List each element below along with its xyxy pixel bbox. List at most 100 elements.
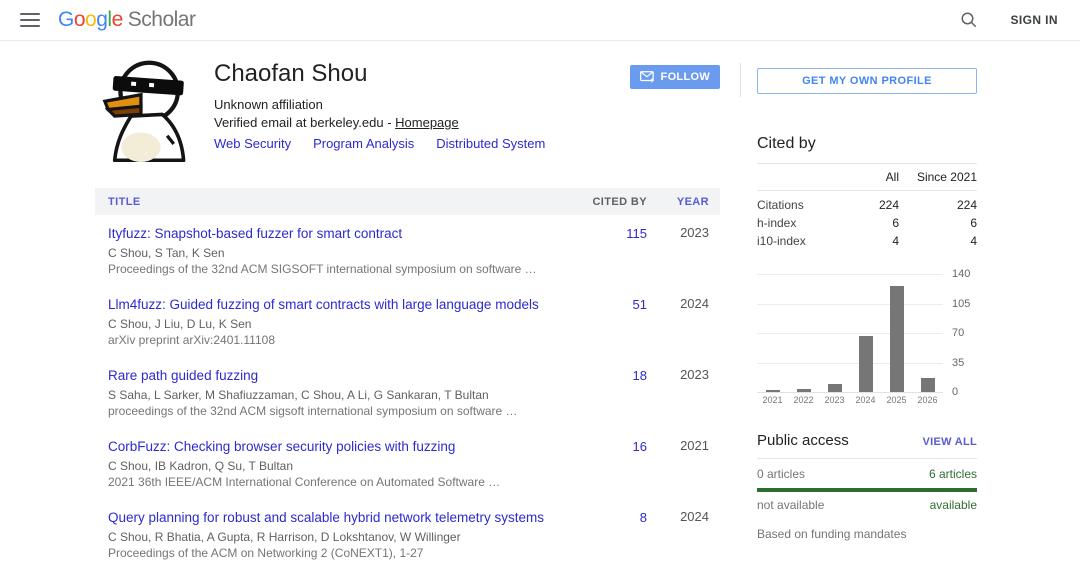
- follow-button[interactable]: FOLLOW: [630, 65, 720, 89]
- public-access-section: Public access VIEW ALL 0 articles 6 arti…: [757, 432, 977, 541]
- publication-venue: proceedings of the 32nd ACM sigsoft inte…: [108, 403, 561, 419]
- chart-bar[interactable]: [828, 384, 842, 392]
- metric-label[interactable]: Citations: [757, 198, 839, 212]
- chart-gridline: [757, 333, 943, 334]
- get-my-own-profile-button[interactable]: GET MY OWN PROFILE: [757, 68, 977, 94]
- cited-by-columns: All Since 2021: [757, 163, 977, 191]
- publication-main: Rare path guided fuzzingS Saha, L Sarker…: [108, 367, 577, 419]
- citations-chart-yaxis: 03570105140: [943, 274, 977, 392]
- chart-xtick-label: 2021: [757, 395, 788, 405]
- sort-by-citations[interactable]: CITED BY: [577, 196, 647, 208]
- public-access-note: Based on funding mandates: [757, 527, 977, 541]
- logo-letter: G: [58, 8, 74, 31]
- publication-main: CorbFuzz: Checking browser security poli…: [108, 438, 577, 490]
- cited-by-title: Cited by: [757, 135, 977, 163]
- publication-year: 2024: [647, 296, 709, 311]
- citations-chart-plot: [757, 274, 943, 392]
- follow-button-label: FOLLOW: [661, 71, 710, 83]
- sign-in-button[interactable]: SIGN IN: [1011, 13, 1058, 27]
- publication-main: Llm4fuzz: Guided fuzzing of smart contra…: [108, 296, 577, 348]
- publication-authors: C Shou, R Bhatia, A Gupta, R Harrison, D…: [108, 529, 561, 545]
- cited-by-metric-row: i10-index44: [757, 232, 977, 250]
- interest-link[interactable]: Web Security: [214, 136, 291, 151]
- public-access-right-count: 6 articles: [929, 467, 977, 481]
- chart-bar[interactable]: [921, 378, 935, 392]
- chart-gridline: [757, 304, 943, 305]
- publication-main: Query planning for robust and scalable h…: [108, 509, 577, 561]
- cited-by-metric-row: Citations224224: [757, 191, 977, 214]
- sort-by-title[interactable]: TITLE: [108, 196, 577, 208]
- envelope-plus-icon: [640, 71, 655, 83]
- chart-gridline: [757, 392, 943, 393]
- interest-link[interactable]: Distributed System: [436, 136, 545, 151]
- logo-scholar-text: Scholar: [128, 8, 196, 32]
- public-access-title: Public access: [757, 432, 922, 449]
- public-access-left-count: 0 articles: [757, 467, 929, 481]
- publication-cited-by: 18: [577, 367, 647, 385]
- chart-bar[interactable]: [766, 390, 780, 392]
- search-icon[interactable]: [957, 8, 981, 32]
- publication-authors: C Shou, S Tan, K Sen: [108, 245, 561, 261]
- profile-affiliation: Unknown affiliation: [214, 97, 630, 112]
- publication-title-link[interactable]: Llm4fuzz: Guided fuzzing of smart contra…: [108, 296, 539, 313]
- sort-by-year[interactable]: YEAR: [647, 196, 709, 208]
- chart-ytick-label: 140: [952, 268, 970, 280]
- publication-row: Query planning for robust and scalable h…: [95, 499, 720, 570]
- logo-google-wordmark: Google: [58, 8, 123, 32]
- public-access-progress-bar: [757, 488, 977, 492]
- chart-xtick-label: 2023: [819, 395, 850, 405]
- chart-xtick-label: 2022: [788, 395, 819, 405]
- menu-icon[interactable]: [20, 13, 40, 27]
- chart-xtick-label: 2026: [912, 395, 943, 405]
- publication-authors: C Shou, IB Kadron, Q Su, T Bultan: [108, 458, 561, 474]
- publication-cited-by: 51: [577, 296, 647, 314]
- chart-ytick-label: 70: [952, 327, 964, 339]
- metric-label[interactable]: h-index: [757, 216, 839, 230]
- cited-by-col-since: Since 2021: [899, 170, 977, 184]
- logo-letter: o: [85, 8, 96, 31]
- cited-by-count-link[interactable]: 115: [626, 226, 647, 241]
- publication-row: Llm4fuzz: Guided fuzzing of smart contra…: [95, 286, 720, 357]
- cited-by-count-link[interactable]: 8: [640, 510, 647, 525]
- verified-email-text: Verified email at berkeley.edu -: [214, 115, 395, 130]
- chart-bar[interactable]: [859, 336, 873, 392]
- cited-by-count-link[interactable]: 18: [633, 368, 647, 383]
- metric-label[interactable]: i10-index: [757, 234, 839, 248]
- publication-title-link[interactable]: Ityfuzz: Snapshot-based fuzzer for smart…: [108, 225, 402, 242]
- metric-since-value: 224: [899, 198, 977, 212]
- publication-row: Unveiling collusion-based ad attribution…: [95, 570, 720, 583]
- metric-all-value: 224: [839, 198, 899, 212]
- publication-venue: arXiv preprint arXiv:2401.11108: [108, 332, 561, 348]
- publication-title-link[interactable]: Rare path guided fuzzing: [108, 367, 258, 384]
- chart-gridline: [757, 274, 943, 275]
- publication-cited-by: 16: [577, 438, 647, 456]
- profile-avatar[interactable]: [95, 57, 200, 162]
- chart-ytick-label: 0: [952, 386, 958, 398]
- duck-avatar-image: [95, 57, 200, 162]
- publication-row: CorbFuzz: Checking browser security poli…: [95, 428, 720, 499]
- profile-header: Chaofan Shou Unknown affiliation Verifie…: [95, 57, 720, 162]
- chart-bar[interactable]: [890, 286, 904, 392]
- publication-cited-by: 115: [577, 225, 647, 243]
- topbar: Google Scholar SIGN IN: [0, 0, 1080, 41]
- citations-chart-xaxis: 202120222023202420252026: [757, 395, 943, 405]
- publication-venue: 2021 36th IEEE/ACM International Confere…: [108, 474, 561, 490]
- chart-ytick-label: 35: [952, 357, 964, 369]
- public-access-right-label: available: [930, 498, 977, 512]
- homepage-link[interactable]: Homepage: [395, 115, 459, 130]
- cited-by-count-link[interactable]: 16: [633, 439, 647, 454]
- public-access-left-label: not available: [757, 498, 930, 512]
- metric-all-value: 6: [839, 216, 899, 230]
- publication-title-link[interactable]: Query planning for robust and scalable h…: [108, 509, 544, 526]
- interest-link[interactable]: Program Analysis: [313, 136, 414, 151]
- chart-bar[interactable]: [797, 389, 811, 392]
- cited-by-metrics: Citations224224h-index66i10-index44: [757, 191, 977, 250]
- publication-title-link[interactable]: CorbFuzz: Checking browser security poli…: [108, 438, 455, 455]
- cited-by-count-link[interactable]: 51: [633, 297, 647, 312]
- publication-row: Ityfuzz: Snapshot-based fuzzer for smart…: [95, 215, 720, 286]
- view-all-link[interactable]: VIEW ALL: [922, 436, 977, 448]
- cited-by-col-all: All: [839, 170, 899, 184]
- profile-name: Chaofan Shou: [214, 60, 630, 88]
- google-scholar-logo[interactable]: Google Scholar: [58, 8, 195, 32]
- chart-xtick-label: 2025: [881, 395, 912, 405]
